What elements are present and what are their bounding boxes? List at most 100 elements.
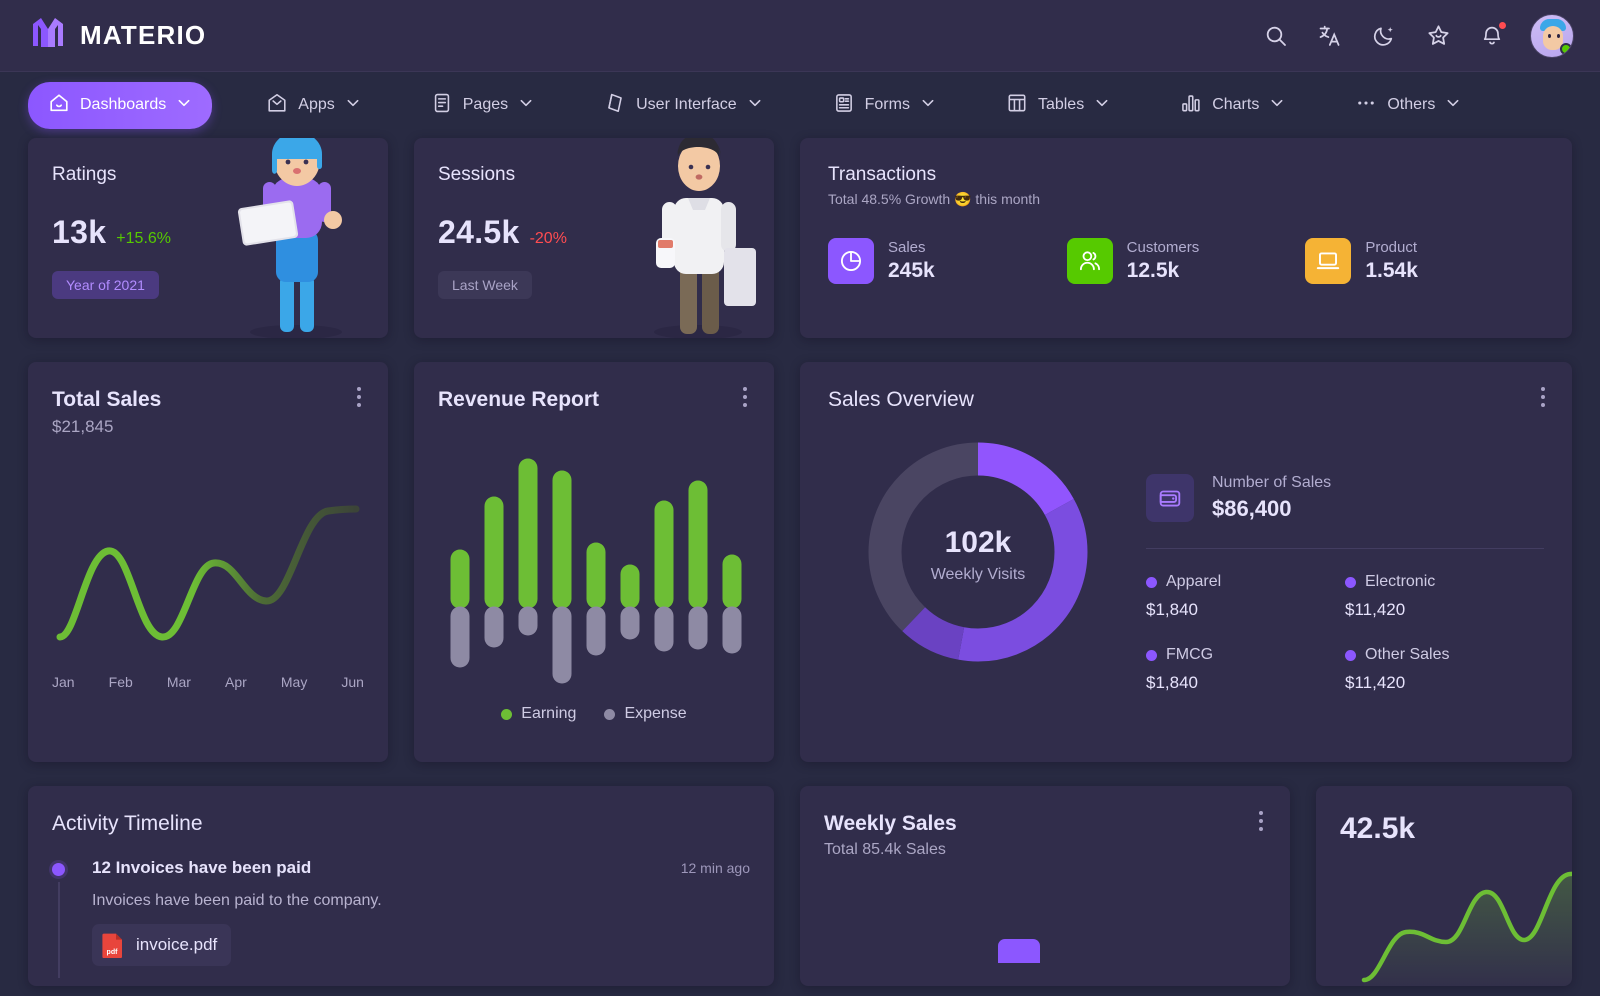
activity-timeline-card: Activity Timeline 12 Invoices have been … [28,786,774,986]
transaction-stat-sales-value: 245k [888,259,935,282]
nav-item-dashboards[interactable]: Dashboards [28,81,213,129]
revenue-report-bar-chart [450,458,742,684]
total-sales-title: Total Sales [52,388,162,411]
sessions-chip: Last Week [438,271,532,299]
x-tick-mar: Mar [166,674,191,690]
timeline-item: 12 Invoices have been paid 12 min ago In… [52,858,750,978]
chevron-down-icon [920,95,936,116]
avatar-eye-left [1548,33,1551,38]
sales-overview-category-grid: Apparel $1,840 Electronic $11,420 FMCG $… [1146,573,1544,693]
nav-item-user-interface[interactable]: User Interface [588,82,778,129]
number-of-sales-value: $86,400 [1212,496,1292,521]
nav-label-charts: Charts [1212,96,1260,113]
category-fmcg-name: FMCG [1146,646,1345,664]
transactions-subtitle: Total 48.5% Growth 😎 this month [828,191,1544,208]
donut-center-value: 102k [945,526,1012,559]
wallet-icon [1146,474,1194,522]
sales-overview-more-button[interactable] [1532,384,1554,410]
brand[interactable]: MATERIO [30,16,206,55]
transaction-stat-product: Product 1.54k [1305,238,1544,284]
total-sales-card: Total Sales $21,845 Jan Feb Mar Apr May … [28,362,388,762]
ratings-card: Ratings 13k +15.6% Year of 2021 [28,138,388,338]
legend-dot-other-sales [1345,649,1356,661]
transactions-subtitle-post: this month [975,191,1040,207]
nav-item-apps[interactable]: Apps [250,82,376,129]
avatar-eye-right [1557,33,1560,38]
translate-icon[interactable] [1314,20,1346,52]
sales-overview-divider [1146,548,1544,549]
header-actions [1260,13,1574,58]
bell-icon[interactable] [1476,20,1508,52]
ratings-chip: Year of 2021 [52,271,159,299]
transaction-stat-customers: Customers 12.5k [1066,238,1306,284]
weekly-sales-card: Weekly Sales Total 85.4k Sales [800,786,1290,986]
avatar[interactable] [1530,13,1574,58]
nav-item-others[interactable]: Others [1339,82,1477,129]
chevron-down-icon [1269,95,1285,116]
category-fmcg: FMCG $1,840 [1146,646,1345,693]
transaction-stat-sales: Sales 245k [828,238,1067,284]
weekly-sales-more-button[interactable] [1250,808,1272,834]
number-of-sales-text: Number of Sales $86,400 [1212,474,1331,522]
x-tick-feb: Feb [108,674,133,690]
nav-label-pages: Pages [462,96,509,113]
sales-overview-details: Number of Sales $86,400 Apparel $1,840 E… [1128,426,1544,693]
transactions-card: Transactions Total 48.5% Growth 😎 this m… [800,138,1572,338]
sessions-delta: -20% [529,230,567,247]
timeline-dot-icon [52,863,65,876]
transaction-stat-customers-value: 12.5k [1126,259,1180,282]
document-icon [431,92,453,119]
legend-dot-apparel [1146,576,1157,588]
moon-icon[interactable] [1368,20,1400,52]
transaction-stat-sales-label: Sales [888,239,926,256]
timeline-item-time: 12 min ago [680,860,750,876]
sales-overview-body: 102k Weekly Visits Number of Sales $86,4… [828,426,1544,693]
category-apparel-amount: $1,840 [1146,600,1198,619]
pie-chart-icon [828,238,874,284]
people-icon [1066,238,1113,284]
chevron-down-icon [1094,95,1110,116]
total-sales-line-chart [56,505,360,641]
timeline-attachment[interactable]: pdf invoice.pdf [92,924,232,966]
legend-label-earning: Earning [521,705,577,722]
search-icon[interactable] [1260,20,1292,52]
total-sales-amount: $21,845 [52,417,114,436]
nav-item-pages[interactable]: Pages [415,82,550,129]
charts-row: Total Sales $21,845 Jan Feb Mar Apr May … [28,362,1572,762]
materio-logo-icon [30,16,66,55]
timeline-item-body: 12 Invoices have been paid 12 min ago In… [92,858,750,966]
donut-center-label: Weekly Visits [931,566,1026,583]
sales-overview-title: Sales Overview [828,388,974,411]
transactions-stats: Sales 245k Customers 12.5k Product 1.54k [828,238,1544,284]
transaction-stat-sales-text: Sales 245k [888,239,935,283]
brand-name: MATERIO [80,20,207,50]
star-icon[interactable] [1422,20,1454,52]
number-of-sales-label: Number of Sales [1212,474,1332,491]
nav-item-forms[interactable]: Forms [817,82,952,129]
timeline-attachment-name: invoice.pdf [136,935,218,954]
total-sales-x-axis: Jan Feb Mar Apr May Jun [52,674,364,690]
app-header: MATERIO [0,0,1600,72]
chevron-down-icon [518,95,534,116]
ratings-delta: +15.6% [116,230,172,247]
nav-label-user-interface: User Interface [636,96,737,113]
sessions-card: Sessions 24.5k -20% Last Week [414,138,774,338]
legend-dot-earning [501,708,513,720]
sunglasses-emoji-icon: 😎 [954,191,972,207]
envelope-icon [266,92,288,119]
transactions-title: Transactions [828,164,937,185]
avatar-status-online [1560,42,1572,55]
total-sales-more-button[interactable] [348,384,370,410]
dashboard-content: Ratings 13k +15.6% Year of 2021 Sessions… [0,138,1600,986]
category-other-sales-label: Other Sales [1365,646,1450,663]
timeline-item-title: 12 Invoices have been paid [92,858,312,877]
transaction-stat-product-value: 1.54k [1365,259,1418,282]
sessions-value: 24.5k [438,214,520,250]
timeline-item-description: Invoices have been paid to the company. [92,892,382,909]
revenue-report-more-button[interactable] [734,384,756,410]
dots-icon [1355,92,1377,119]
nav-item-charts[interactable]: Charts [1164,82,1301,129]
sales-overview-card: Sales Overview 102k Weekly Visits Number… [800,362,1572,762]
nav-item-tables[interactable]: Tables [990,82,1126,129]
x-tick-may: May [280,674,308,690]
